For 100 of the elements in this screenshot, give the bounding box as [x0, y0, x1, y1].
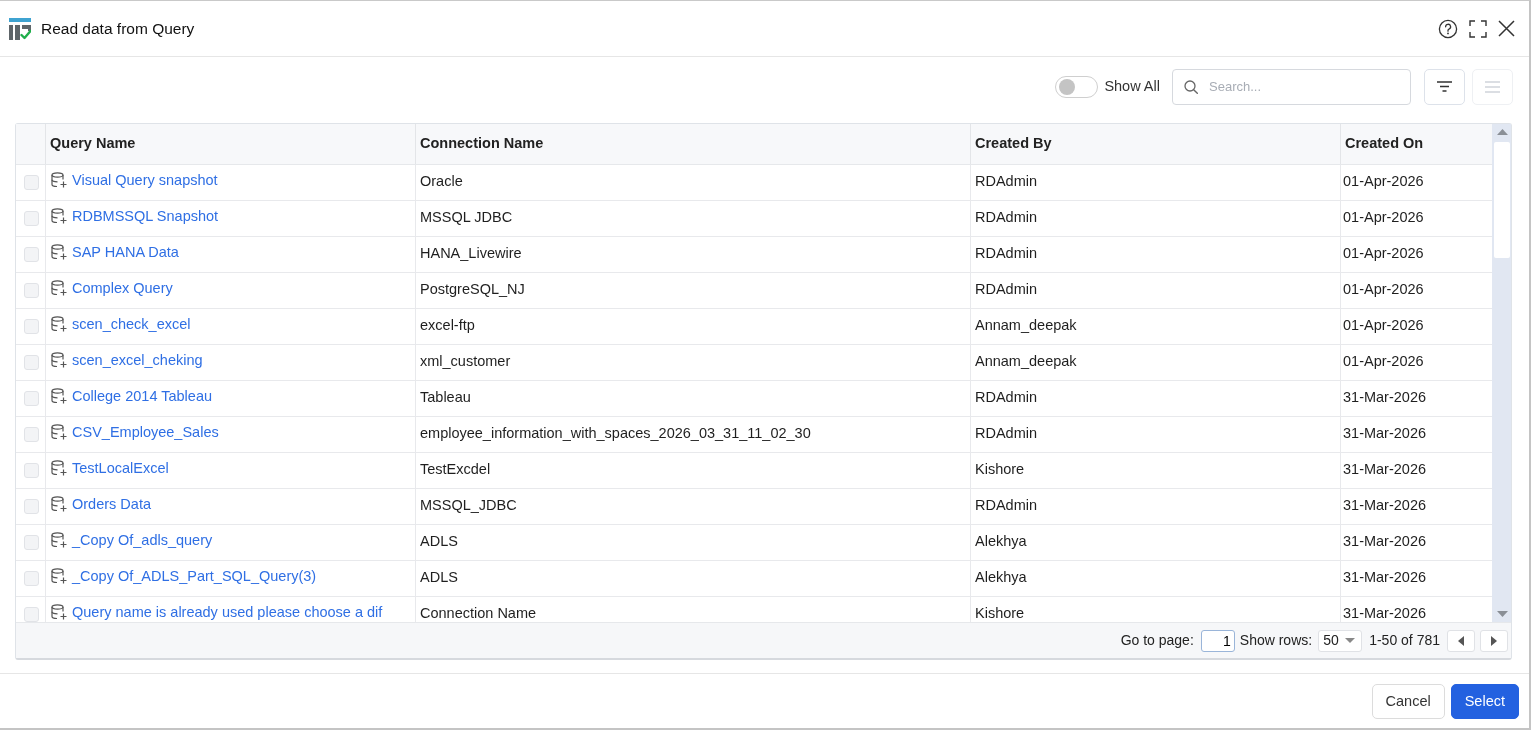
table-cell: Alekhya: [971, 561, 1341, 596]
table-cell: PostgreSQL_NJ: [416, 273, 971, 308]
table-cell-text: 01-Apr-2026: [1342, 315, 1425, 335]
table-cell: employee_information_with_spaces_2026_03_31_11_02_30: [416, 417, 971, 452]
database-plus-icon: [51, 172, 67, 188]
database-plus-icon: [51, 496, 67, 512]
query-name-link[interactable]: _Copy Of_adls_query: [72, 531, 213, 549]
database-plus-icon: [51, 568, 67, 584]
row-checkbox[interactable]: [23, 463, 39, 478]
table-cell: Annam_deepak: [971, 309, 1341, 344]
row-checkbox[interactable]: [23, 535, 39, 550]
filter-icon: [1437, 81, 1452, 92]
window-title: Read data from Query: [41, 18, 195, 39]
table-cell-text: 31-Mar-2026: [1342, 531, 1427, 551]
row-checkbox[interactable]: [23, 211, 39, 226]
page-range-text: 1-50 of 781: [1369, 631, 1440, 650]
table-cell: Kishore: [971, 453, 1341, 488]
go-to-page-label: Go to page:: [1120, 631, 1194, 650]
page-number-field[interactable]: 1: [1200, 629, 1235, 652]
search-icon: [1184, 79, 1198, 94]
table-cell: excel-ftp: [416, 309, 971, 344]
row-checkbox[interactable]: [23, 283, 39, 298]
help-icon[interactable]: [1438, 18, 1458, 39]
show-all-toggle[interactable]: [1055, 75, 1099, 98]
column-header: Connection Name: [416, 124, 971, 164]
database-plus-icon: [51, 352, 67, 368]
scroll-down-arrow-icon[interactable]: [1496, 610, 1508, 618]
row-checkbox[interactable]: [23, 319, 39, 334]
scroll-up-arrow-icon[interactable]: [1496, 128, 1508, 136]
rows-per-page-dropdown[interactable]: 50: [1318, 629, 1363, 652]
table-cell: RDAdmin: [971, 489, 1341, 524]
table-cell-text: 31-Mar-2026: [1342, 603, 1427, 622]
query-name-link[interactable]: TestLocalExcel: [72, 459, 169, 477]
table-cell: Alekhya: [971, 525, 1341, 560]
table-cell: ADLS: [416, 561, 971, 596]
column-header: Created On: [1344, 134, 1425, 154]
database-plus-icon: [51, 532, 67, 548]
row-checkbox[interactable]: [23, 391, 39, 406]
table-cell-text: 01-Apr-2026: [1342, 243, 1425, 263]
table-cell-text: 31-Mar-2026: [1342, 567, 1427, 587]
table-cell: RDAdmin: [971, 273, 1341, 308]
table-cell: HANA_Livewire: [416, 237, 971, 272]
close-icon[interactable]: [1498, 20, 1515, 37]
cancel-button[interactable]: Cancel: [1371, 684, 1445, 719]
database-plus-icon: [51, 388, 67, 404]
table-cell: ADLS: [416, 525, 971, 560]
table-cell: xml_customer: [416, 345, 971, 380]
table-cell: RDAdmin: [971, 381, 1341, 416]
table-cell-text: 01-Apr-2026: [1342, 351, 1425, 371]
table-cell: RDAdmin: [971, 237, 1341, 272]
query-name-link[interactable]: SAP HANA Data: [72, 243, 179, 261]
row-checkbox[interactable]: [23, 355, 39, 370]
query-name-link[interactable]: CSV_Employee_Sales: [72, 423, 219, 441]
query-name-link[interactable]: scen_excel_cheking: [72, 351, 203, 369]
filter-button[interactable]: [1424, 68, 1465, 105]
column-header: Created By: [971, 124, 1341, 164]
table-cell-text: 31-Mar-2026: [1342, 423, 1427, 443]
menu-icon: [1485, 80, 1500, 93]
query-name-link[interactable]: _Copy Of_ADLS_Part_SQL_Query(3): [72, 567, 317, 585]
table-cell-text: 01-Apr-2026: [1342, 171, 1425, 191]
table-cell-text: 31-Mar-2026: [1342, 387, 1427, 407]
select-button[interactable]: Select: [1450, 684, 1519, 719]
row-checkbox[interactable]: [23, 607, 39, 622]
database-plus-icon: [51, 460, 67, 476]
table-cell: Oracle: [416, 165, 971, 200]
table-cell: Annam_deepak: [971, 345, 1341, 380]
table-cell: RDAdmin: [971, 165, 1341, 200]
table-cell: MSSQL JDBC: [416, 201, 971, 236]
database-plus-icon: [51, 280, 67, 296]
logo-icon: [9, 17, 31, 40]
query-name-link[interactable]: RDBMSSQL Snapshot: [72, 207, 219, 225]
table-cell: MSSQL_JDBC: [416, 489, 971, 524]
row-checkbox[interactable]: [23, 427, 39, 442]
database-plus-icon: [51, 244, 67, 260]
previous-page-button[interactable]: [1447, 629, 1475, 652]
show-all-label: Show All: [1104, 76, 1160, 96]
maximize-icon[interactable]: [1469, 19, 1487, 38]
database-plus-icon: [51, 208, 67, 224]
scrollbar-thumb[interactable]: [1494, 142, 1510, 258]
query-name-link[interactable]: Orders Data: [72, 495, 151, 513]
database-plus-icon: [51, 316, 67, 332]
table-cell: Tableau: [416, 381, 971, 416]
table-cell: RDAdmin: [971, 417, 1341, 452]
row-checkbox[interactable]: [23, 499, 39, 514]
table-cell-text: 01-Apr-2026: [1342, 279, 1425, 299]
database-plus-icon: [51, 604, 67, 620]
search-field[interactable]: Search...: [1172, 68, 1411, 105]
table-cell-text: 31-Mar-2026: [1342, 495, 1427, 515]
row-checkbox[interactable]: [23, 175, 39, 190]
query-name-link[interactable]: scen_check_excel: [72, 315, 191, 333]
database-plus-icon: [51, 424, 67, 440]
next-page-button[interactable]: [1480, 629, 1508, 652]
query-name-link[interactable]: Visual Query snapshot: [72, 171, 218, 189]
query-name-link[interactable]: Query name is already used please choose a dif: [72, 603, 383, 621]
column-header: Query Name: [46, 124, 416, 164]
row-checkbox[interactable]: [23, 247, 39, 262]
table-cell: RDAdmin: [971, 201, 1341, 236]
query-name-link[interactable]: College 2014 Tableau: [72, 387, 212, 405]
row-checkbox[interactable]: [23, 571, 39, 586]
query-name-link[interactable]: Complex Query: [72, 279, 173, 297]
